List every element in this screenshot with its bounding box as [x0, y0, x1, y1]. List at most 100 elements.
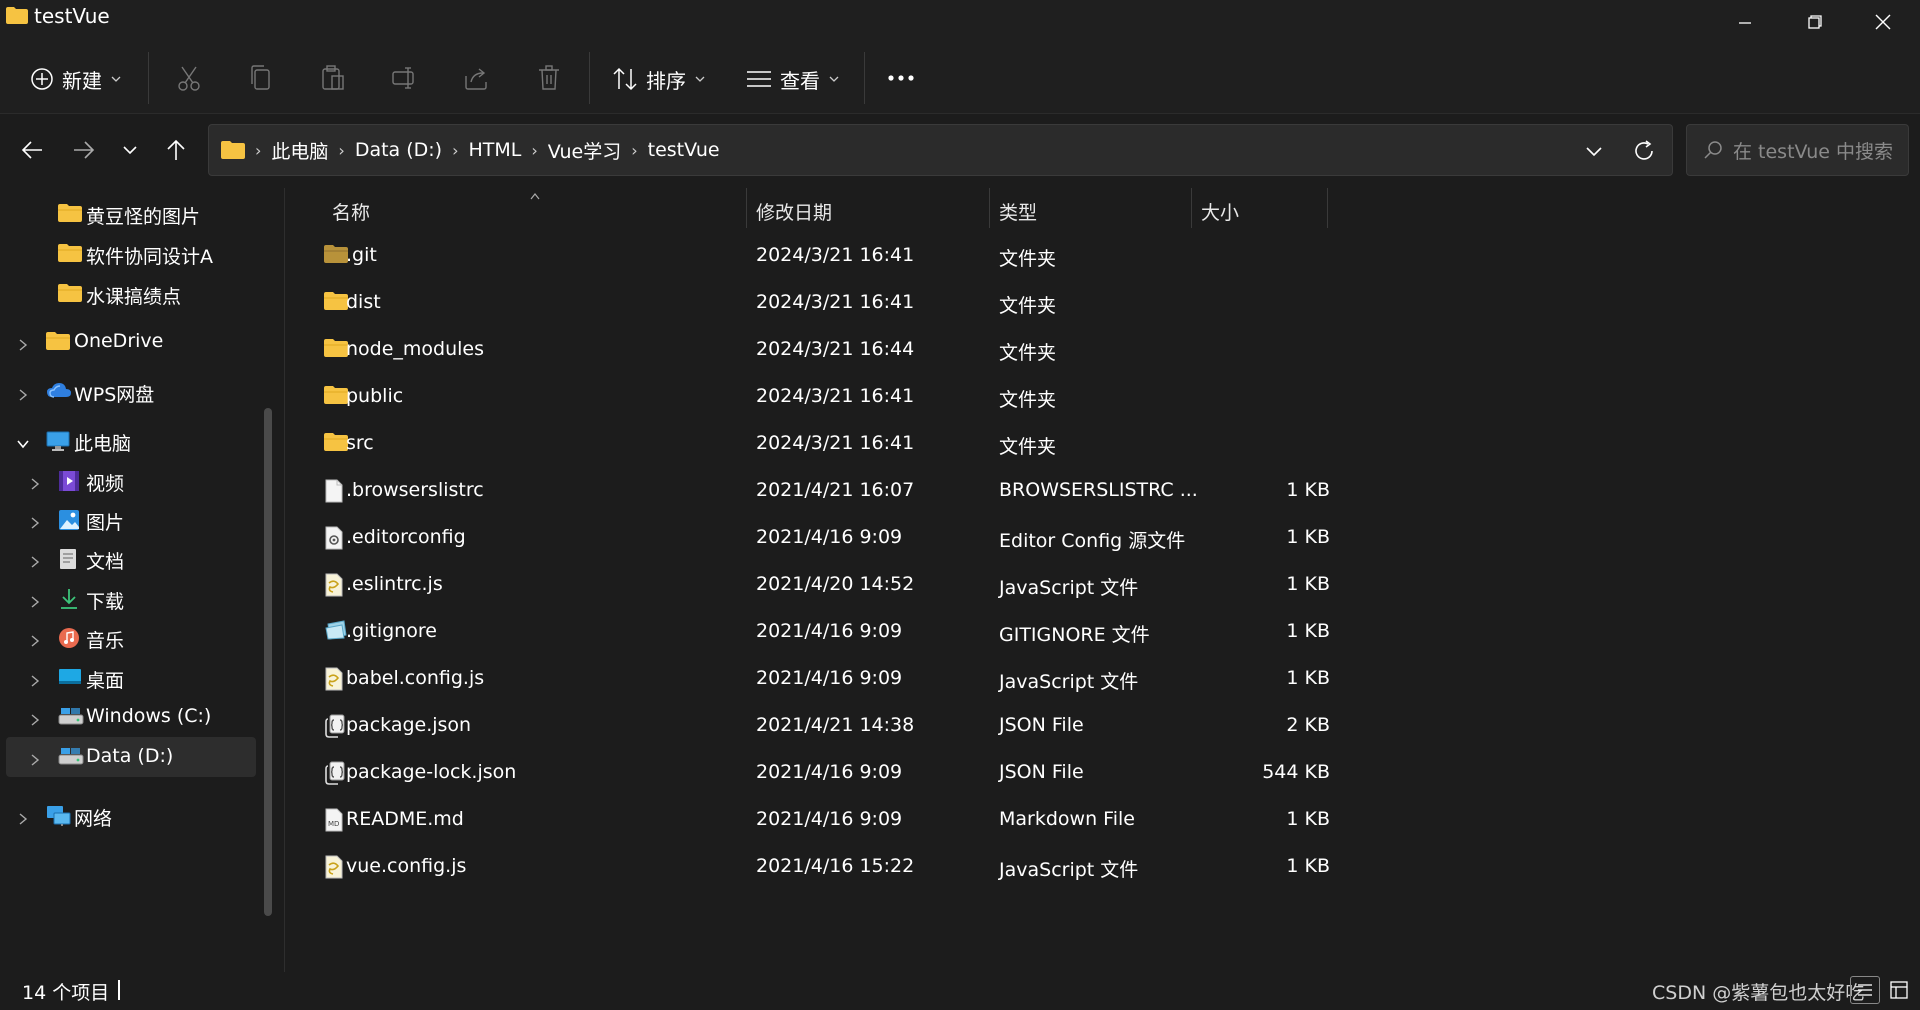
column-header-type[interactable]: 类型 [999, 188, 1037, 234]
sidebar-item[interactable]: 黄豆怪的图片 [6, 194, 256, 234]
refresh-button[interactable] [1629, 137, 1659, 165]
sidebar-item[interactable]: 视频 [6, 461, 256, 501]
breadcrumb-separator: › [631, 140, 638, 160]
sidebar-item-label: Windows (C:) [86, 705, 212, 727]
file-row[interactable]: MD README.md 2021/4/16 9:09 Markdown File 1 … [300, 798, 1610, 842]
column-header-size[interactable]: 大小 [1201, 188, 1239, 234]
restore-button[interactable] [1780, 0, 1850, 44]
sidebar-item[interactable]: 水课搞绩点 [6, 274, 256, 314]
close-button[interactable] [1848, 0, 1918, 44]
sort-ascending-icon [530, 193, 540, 200]
column-divider[interactable] [989, 188, 990, 228]
file-name: package.json [346, 714, 472, 736]
chevron-right-icon[interactable] [28, 710, 42, 726]
file-row[interactable]: public 2024/3/21 16:41 文件夹 [300, 375, 1610, 419]
chevron-down-icon[interactable] [16, 434, 30, 449]
pictures-icon [58, 509, 82, 531]
back-button[interactable] [12, 130, 52, 170]
forward-button[interactable] [64, 130, 104, 170]
paste-button[interactable] [316, 60, 350, 96]
breadcrumb-item[interactable]: Vue学习 [548, 137, 621, 164]
md-file-icon: MD [324, 808, 348, 832]
file-row[interactable]: package.json 2021/4/21 14:38 JSON File 2 KB [300, 704, 1610, 748]
details-view-button[interactable] [1850, 976, 1880, 1004]
column-divider[interactable] [746, 188, 747, 228]
drive-icon [58, 706, 84, 728]
share-button[interactable] [460, 60, 494, 96]
search-placeholder: 在 testVue 中搜索 [1733, 140, 1894, 163]
chevron-right-icon[interactable] [28, 671, 42, 687]
json-file-icon [324, 714, 348, 738]
file-row[interactable]: package-lock.json 2021/4/16 9:09 JSON File… [300, 751, 1610, 795]
sidebar-item[interactable]: 图片 [6, 500, 256, 540]
file-row[interactable]: .browserslistrc 2021/4/21 16:07 BROWSERSLI… [300, 469, 1610, 513]
chevron-right-icon[interactable] [16, 335, 30, 351]
file-row[interactable]: .editorconfig 2021/4/16 9:09 Editor Config… [300, 516, 1610, 560]
column-header-name[interactable]: 名称 [332, 188, 370, 234]
sidebar-item[interactable]: 网络 [6, 796, 256, 836]
sidebar-item[interactable]: 此电脑 [6, 421, 256, 461]
file-date: 2024/3/21 16:44 [756, 338, 915, 360]
file-row[interactable]: dist 2024/3/21 16:41 文件夹 [300, 281, 1610, 325]
sidebar-scrollbar[interactable] [264, 408, 272, 916]
chevron-right-icon[interactable] [28, 592, 42, 608]
file-type: 文件夹 [999, 295, 1057, 317]
folder-dark-icon [324, 244, 348, 266]
file-date: 2024/3/21 16:41 [756, 244, 915, 266]
sidebar-item[interactable]: 桌面 [6, 658, 256, 698]
sidebar-item[interactable]: WPS网盘 [6, 372, 256, 412]
delete-button[interactable] [532, 60, 566, 96]
cut-icon [178, 66, 200, 91]
file-name: public [346, 385, 404, 407]
chevron-right-icon[interactable] [28, 631, 42, 647]
breadcrumb-item[interactable]: Data (D:) [355, 139, 442, 161]
sidebar-item[interactable]: 软件协同设计A [6, 234, 256, 274]
sidebar-item[interactable]: 音乐 [6, 618, 256, 658]
cut-button[interactable] [172, 60, 206, 96]
svg-text:MD: MD [328, 820, 339, 828]
sidebar-item[interactable]: Windows (C:) [6, 697, 256, 737]
minimize-button[interactable] [1710, 0, 1780, 44]
breadcrumb-separator: › [255, 140, 262, 160]
file-row[interactable]: src 2024/3/21 16:41 文件夹 [300, 422, 1610, 466]
file-row[interactable]: .eslintrc.js 2021/4/20 14:52 JavaScript 文件… [300, 563, 1610, 607]
up-button[interactable] [156, 130, 196, 170]
address-bar[interactable]: › 此电脑 › Data (D:) › HTML › Vue学习 › testV… [208, 124, 1673, 176]
folder-icon [58, 243, 82, 265]
file-row[interactable]: .git 2024/3/21 16:41 文件夹 [300, 234, 1610, 278]
recent-locations-button[interactable] [110, 130, 150, 170]
new-button[interactable]: 新建 [30, 58, 122, 100]
chevron-right-icon[interactable] [28, 513, 42, 529]
rename-button[interactable] [388, 60, 422, 96]
search-box[interactable]: 在 testVue 中搜索 [1686, 124, 1909, 176]
file-size: 544 KB [1262, 761, 1330, 783]
file-type: JavaScript 文件 [999, 859, 1139, 881]
more-options-button[interactable] [884, 60, 918, 96]
sidebar-item[interactable]: 文档 [6, 539, 256, 579]
view-button[interactable]: 查看 [746, 58, 840, 100]
file-row[interactable]: node_modules 2024/3/21 16:44 文件夹 [300, 328, 1610, 372]
chevron-right-icon[interactable] [16, 809, 30, 825]
copy-button[interactable] [244, 60, 278, 96]
sort-button[interactable]: 排序 [612, 58, 706, 100]
tiles-view-button[interactable] [1884, 976, 1914, 1004]
sidebar-item[interactable]: OneDrive [6, 322, 256, 362]
breadcrumb-separator: › [452, 140, 459, 160]
file-row[interactable]: .gitignore 2021/4/16 9:09 GITIGNORE 文件 1 KB [300, 610, 1610, 654]
breadcrumb-item[interactable]: testVue [648, 139, 720, 161]
column-divider[interactable] [1191, 188, 1192, 228]
chevron-right-icon[interactable] [16, 385, 30, 401]
column-divider[interactable] [1327, 188, 1328, 228]
chevron-right-icon[interactable] [28, 750, 42, 766]
breadcrumb-item[interactable]: 此电脑 [271, 137, 328, 164]
sidebar-item[interactable]: 下载 [6, 579, 256, 619]
file-row[interactable]: babel.config.js 2021/4/16 9:09 JavaScript … [300, 657, 1610, 701]
address-history-button[interactable] [1579, 139, 1609, 163]
sidebar-item[interactable]: Data (D:) [6, 737, 256, 777]
sidebar-item-label: 水课搞绩点 [86, 286, 182, 308]
chevron-right-icon[interactable] [28, 474, 42, 490]
file-row[interactable]: vue.config.js 2021/4/16 15:22 JavaScript 文… [300, 845, 1610, 889]
chevron-right-icon[interactable] [28, 552, 42, 568]
breadcrumb-item[interactable]: HTML [469, 139, 522, 161]
column-header-date[interactable]: 修改日期 [756, 188, 832, 234]
